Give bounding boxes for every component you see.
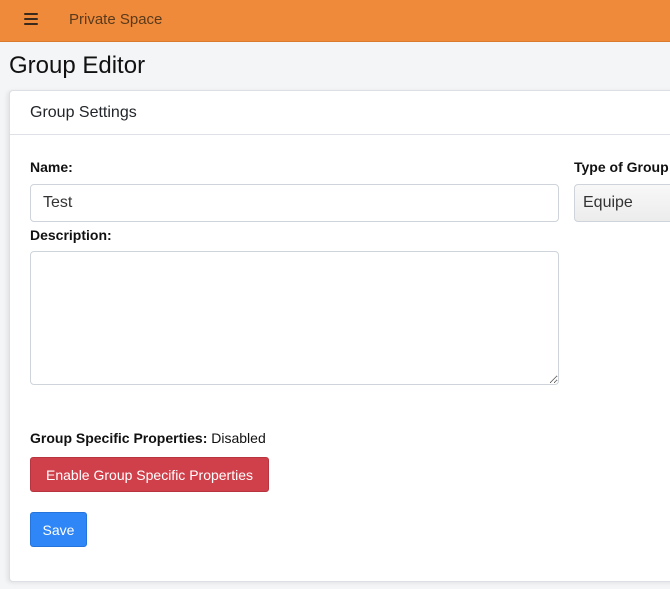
brand-title[interactable]: Private Space	[69, 11, 162, 28]
card-header: Group Settings	[10, 91, 670, 135]
group-properties-label: Group Specific Properties:	[30, 430, 208, 446]
card-header-title: Group Settings	[30, 104, 137, 121]
name-label: Name:	[30, 159, 73, 175]
group-properties-status: Group Specific Properties: Disabled	[30, 430, 266, 446]
group-properties-status-value: Disabled	[211, 430, 266, 446]
page-title: Group Editor	[9, 52, 146, 79]
name-input[interactable]	[30, 184, 559, 222]
type-of-group-label: Type of Group	[574, 159, 669, 175]
description-label: Description:	[30, 227, 112, 243]
hamburger-menu-icon[interactable]	[24, 13, 38, 27]
save-button[interactable]: Save	[30, 512, 87, 547]
group-settings-card: Group Settings Name: Description: Type o…	[9, 90, 670, 582]
enable-group-properties-button[interactable]: Enable Group Specific Properties	[30, 457, 269, 492]
description-textarea[interactable]	[30, 251, 559, 385]
type-of-group-select[interactable]: Equipe	[574, 184, 670, 222]
top-navbar: Private Space	[0, 0, 670, 42]
